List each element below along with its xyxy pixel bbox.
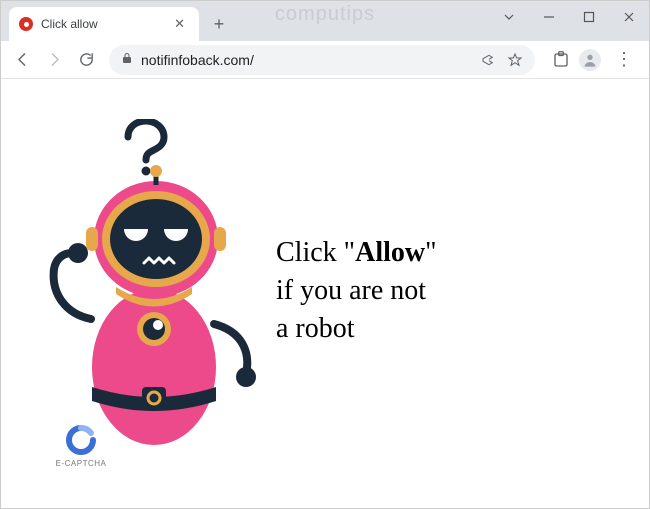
extensions-icon[interactable] [551, 50, 571, 70]
window-controls [489, 1, 649, 33]
msg-suffix: " [425, 237, 436, 268]
menu-kebab-icon[interactable]: ⋮ [609, 49, 639, 70]
chevron-down-icon[interactable] [489, 1, 529, 33]
tab-title: Click allow [41, 17, 170, 31]
address-bar[interactable]: notifinfoback.com/ [109, 45, 535, 75]
msg-line3: a robot [276, 310, 437, 348]
e-captcha-badge: E-CAPTCHA [46, 425, 116, 468]
lock-icon[interactable] [121, 51, 133, 69]
close-window-button[interactable] [609, 1, 649, 33]
url-text: notifinfoback.com/ [141, 52, 471, 68]
e-captcha-logo-icon [66, 425, 96, 455]
tab-favicon [19, 17, 33, 31]
e-captcha-label: E-CAPTCHA [46, 459, 116, 468]
back-button[interactable] [7, 45, 37, 75]
reload-button[interactable] [71, 45, 101, 75]
forward-button[interactable] [39, 45, 69, 75]
window-titlebar: computips Click allow ✕ + [1, 1, 649, 41]
browser-tab[interactable]: Click allow ✕ [9, 7, 199, 41]
close-tab-icon[interactable]: ✕ [170, 16, 189, 32]
browser-toolbar: notifinfoback.com/ ⋮ [1, 41, 649, 79]
instruction-text: Click "Allow" if you are not a robot [276, 234, 437, 347]
msg-line2: if you are not [276, 272, 437, 310]
profile-avatar[interactable] [579, 49, 601, 71]
page-content: Click "Allow" if you are not a robot E-C… [1, 79, 649, 508]
msg-bold: Allow [355, 237, 425, 268]
bookmark-star-icon[interactable] [507, 52, 523, 68]
robot-illustration [36, 119, 266, 449]
new-tab-button[interactable]: + [205, 10, 233, 38]
msg-prefix: Click " [276, 237, 355, 268]
share-icon[interactable] [479, 52, 495, 68]
minimize-button[interactable] [529, 1, 569, 33]
maximize-button[interactable] [569, 1, 609, 33]
